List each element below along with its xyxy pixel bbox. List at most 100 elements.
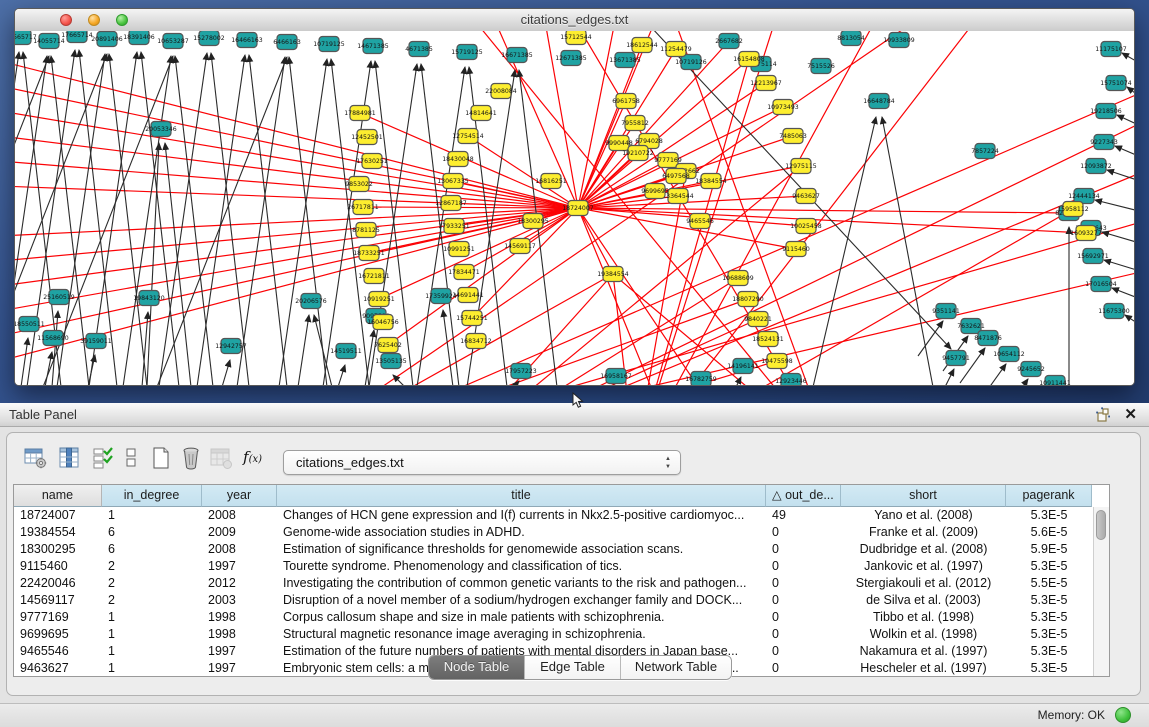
node-table[interactable]: namein_degreeyeartitle△ out_de...shortpa… <box>13 484 1110 677</box>
table-cell-name[interactable]: 18724007 <box>14 507 102 524</box>
table-cell-name[interactable]: 9777169 <box>14 609 102 626</box>
table-cell-name[interactable]: 18300295 <box>14 541 102 558</box>
table-row[interactable]: 1456911722003Disruption of a novel membe… <box>14 592 1109 609</box>
table-cell-in_degree[interactable]: 2 <box>102 575 202 592</box>
column-header-short[interactable]: short <box>841 485 1006 507</box>
table-cell-name[interactable]: 22420046 <box>14 575 102 592</box>
table-cell-year[interactable]: 1997 <box>202 643 277 660</box>
table-cell-short[interactable]: Wolkin et al. (1998) <box>841 626 1006 643</box>
table-cell-short[interactable]: Nakamura et al. (1997) <box>841 643 1006 660</box>
table-row[interactable]: 2242004622012Investigating the contribut… <box>14 575 1109 592</box>
table-header-row[interactable]: namein_degreeyeartitle△ out_de...shortpa… <box>14 485 1109 507</box>
graph-edge[interactable] <box>15 52 19 386</box>
create-column-icon[interactable] <box>149 446 173 470</box>
table-cell-year[interactable]: 1997 <box>202 660 277 677</box>
table-row[interactable]: 977716911998Corpus callosum shape and si… <box>14 609 1109 626</box>
table-cell-short[interactable]: Hescheler et al. (1997) <box>841 660 1006 677</box>
table-cell-name[interactable]: 19384554 <box>14 524 102 541</box>
graph-edge[interactable] <box>1102 232 1135 244</box>
graph-edge[interactable] <box>945 369 954 386</box>
table-cell-out_degree[interactable]: 0 <box>766 592 841 609</box>
graph-edge[interactable] <box>605 385 614 386</box>
table-cell-year[interactable]: 1998 <box>202 626 277 643</box>
table-cell-pagerank[interactable]: 5.3E-5 <box>1006 507 1092 524</box>
table-cell-name[interactable]: 9115460 <box>14 558 102 575</box>
table-cell-short[interactable]: Jankovic et al. (1997) <box>841 558 1006 575</box>
table-cell-year[interactable]: 1997 <box>202 558 277 575</box>
table-row[interactable]: 969969511998Structural magnetic resonanc… <box>14 626 1109 643</box>
table-cell-year[interactable]: 2008 <box>202 541 277 558</box>
table-row[interactable]: 1872400712008Changes of HCN gene express… <box>14 507 1109 524</box>
table-cell-title[interactable]: Disruption of a novel member of a sodium… <box>277 592 766 609</box>
table-cell-short[interactable]: Franke et al. (2009) <box>841 524 1006 541</box>
column-header-in_degree[interactable]: in_degree <box>102 485 202 507</box>
table-cell-title[interactable]: Structural magnetic resonance image aver… <box>277 626 766 643</box>
table-cell-out_degree[interactable]: 0 <box>766 609 841 626</box>
graph-edge[interactable] <box>222 360 230 386</box>
network-canvas[interactable]: 1956571714055714176657142089140618391406… <box>15 31 1135 386</box>
memory-ok-indicator[interactable] <box>1115 707 1131 723</box>
graph-edge[interactable] <box>445 278 738 386</box>
table-cell-pagerank[interactable]: 5.5E-5 <box>1006 575 1092 592</box>
graph-edge[interactable] <box>393 375 405 386</box>
graph-edge[interactable] <box>981 364 1006 386</box>
table-cell-in_degree[interactable]: 2 <box>102 558 202 575</box>
graph-edge[interactable] <box>109 54 147 386</box>
scrollbar-thumb[interactable] <box>1096 510 1106 540</box>
graph-edge[interactable] <box>578 208 796 249</box>
graph-edge[interactable] <box>578 208 705 386</box>
table-cell-out_degree[interactable]: 0 <box>766 575 841 592</box>
table-cell-year[interactable]: 2012 <box>202 575 277 592</box>
graph-edge[interactable] <box>1117 115 1135 127</box>
table-cell-name[interactable]: 9699695 <box>14 626 102 643</box>
table-cell-in_degree[interactable]: 2 <box>102 592 202 609</box>
table-cell-name[interactable]: 9465546 <box>14 643 102 660</box>
table-cell-in_degree[interactable]: 1 <box>102 507 202 524</box>
table-cell-out_degree[interactable]: 0 <box>766 626 841 643</box>
table-cell-pagerank[interactable]: 5.3E-5 <box>1006 609 1092 626</box>
table-cell-in_degree[interactable]: 6 <box>102 541 202 558</box>
table-cell-short[interactable]: Stergiakouli et al. (2012) <box>841 575 1006 592</box>
table-cell-in_degree[interactable]: 1 <box>102 660 202 677</box>
column-header-name[interactable]: name <box>14 485 102 507</box>
table-row[interactable]: 1830029562008Estimation of significance … <box>14 541 1109 558</box>
graph-edge[interactable] <box>165 143 191 386</box>
table-cell-pagerank[interactable]: 5.3E-5 <box>1006 558 1092 575</box>
delete-column-icon[interactable] <box>179 446 203 470</box>
table-cell-short[interactable]: Dudbridge et al. (2008) <box>841 541 1006 558</box>
table-settings-icon[interactable] <box>23 446 47 470</box>
table-row[interactable]: 1938455462009Genome-wide association stu… <box>14 524 1109 541</box>
tab-edge-table[interactable]: Edge Table <box>525 656 621 679</box>
graph-edge[interactable] <box>1104 260 1135 272</box>
table-vertical-scrollbar[interactable] <box>1093 507 1109 676</box>
table-cell-in_degree[interactable]: 1 <box>102 626 202 643</box>
table-cell-pagerank[interactable]: 5.3E-5 <box>1006 592 1092 609</box>
column-header-year[interactable]: year <box>202 485 277 507</box>
table-cell-pagerank[interactable]: 5.3E-5 <box>1006 660 1092 677</box>
graph-edge[interactable] <box>88 355 95 386</box>
table-cell-in_degree[interactable]: 6 <box>102 524 202 541</box>
table-row[interactable]: 911546021997Tourette syndrome. Phenomeno… <box>14 558 1109 575</box>
table-cell-title[interactable]: Changes of HCN gene expression and I(f) … <box>277 507 766 524</box>
graph-edge[interactable] <box>45 352 52 386</box>
column-header-pagerank[interactable]: pagerank <box>1006 485 1092 507</box>
graph-edge[interactable] <box>813 117 876 386</box>
table-cell-pagerank[interactable]: 5.3E-5 <box>1006 643 1092 660</box>
close-panel-icon[interactable]: ✕ <box>1124 405 1137 423</box>
table-cell-pagerank[interactable]: 5.3E-5 <box>1006 626 1092 643</box>
table-cell-out_degree[interactable]: 49 <box>766 507 841 524</box>
table-cell-out_degree[interactable]: 0 <box>766 524 841 541</box>
table-cell-year[interactable]: 2009 <box>202 524 277 541</box>
graph-edge[interactable] <box>211 53 249 386</box>
graph-edge[interactable] <box>1125 315 1135 327</box>
table-cell-year[interactable]: 2003 <box>202 592 277 609</box>
table-cell-pagerank[interactable]: 5.9E-5 <box>1006 541 1092 558</box>
table-cell-in_degree[interactable]: 1 <box>102 643 202 660</box>
table-cell-title[interactable]: Tourette syndrome. Phenomenology and cla… <box>277 558 766 575</box>
row-height-icon[interactable] <box>119 446 143 470</box>
table-cell-year[interactable]: 1998 <box>202 609 277 626</box>
show-column-icon[interactable] <box>57 446 81 470</box>
select-rows-icon[interactable] <box>91 446 115 470</box>
table-cell-out_degree[interactable]: 0 <box>766 660 841 677</box>
table-cell-title[interactable]: Genome-wide association studies in ADHD. <box>277 524 766 541</box>
